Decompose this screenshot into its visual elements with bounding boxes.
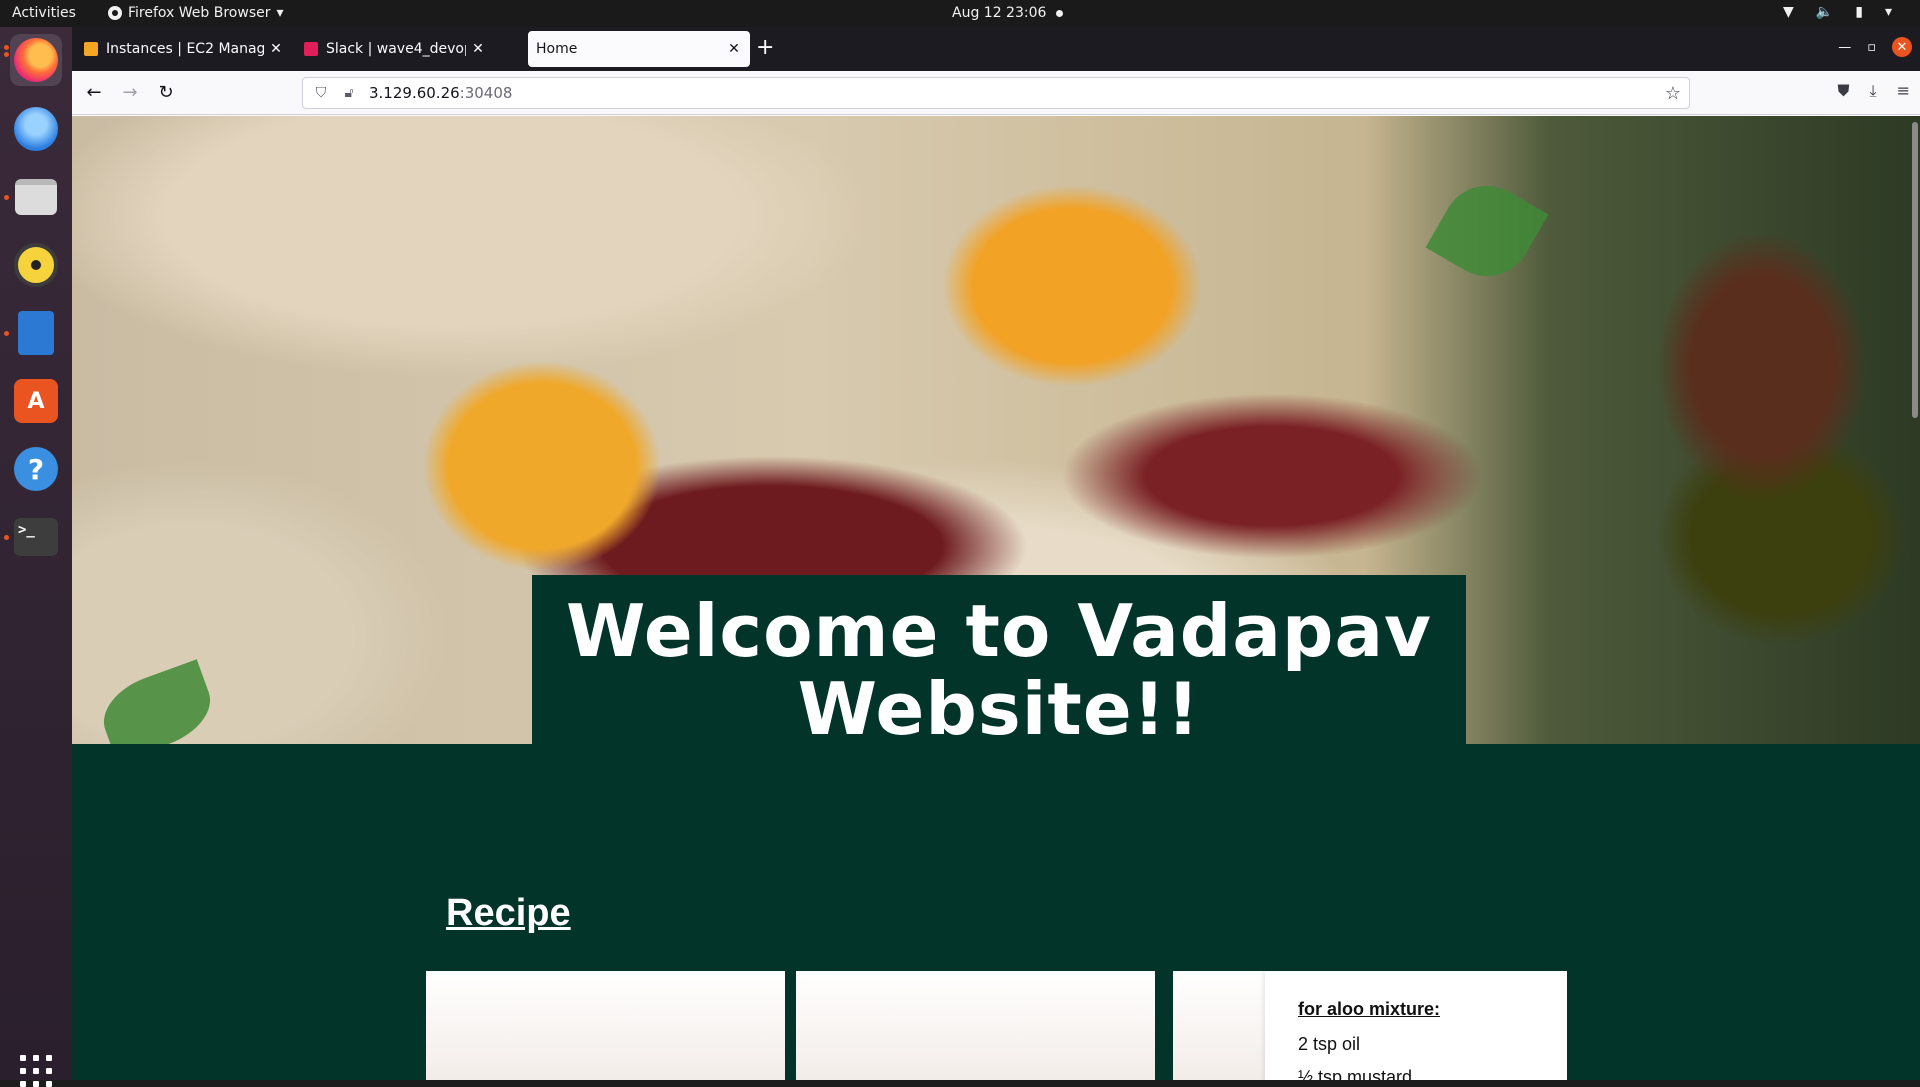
clock[interactable]: Aug 12 23:06 bbox=[952, 5, 1064, 21]
page-scrollbar[interactable] bbox=[1912, 122, 1918, 418]
running-indicator bbox=[4, 45, 9, 50]
navigation-toolbar: ← → ↻ ⛉ 🔓︎ 3.129.60.26:30408 ☆ ⛊ ⤓ ≡ bbox=[72, 71, 1920, 115]
url-port: :30408 bbox=[459, 84, 513, 102]
wifi-icon: ▼ bbox=[1783, 4, 1794, 20]
bookmark-star-icon[interactable]: ☆ bbox=[1665, 83, 1681, 104]
recipe-heading-link[interactable]: Recipe bbox=[446, 892, 571, 935]
thunderbird-icon bbox=[14, 107, 58, 151]
hero-leaf-decoration bbox=[1425, 169, 1549, 293]
files-icon bbox=[15, 179, 57, 215]
terminal-icon: >_ bbox=[14, 518, 58, 556]
close-tab-icon[interactable]: ✕ bbox=[268, 41, 284, 57]
dock-terminal[interactable]: >_ bbox=[10, 511, 62, 563]
tab-title: Home bbox=[536, 41, 578, 57]
close-tab-icon[interactable]: ✕ bbox=[470, 41, 486, 57]
dock-thunderbird[interactable] bbox=[10, 103, 62, 155]
show-applications-icon[interactable] bbox=[20, 1055, 52, 1087]
running-indicator bbox=[4, 52, 9, 57]
tracking-protection-shield-icon[interactable]: ⛉ bbox=[313, 85, 329, 101]
tab-bar: Instances | EC2 Managem ✕ Slack | wave4_… bbox=[72, 27, 1920, 71]
caret-down-icon: ▾ bbox=[276, 5, 284, 21]
firefox-window: Instances | EC2 Managem ✕ Slack | wave4_… bbox=[72, 27, 1920, 1080]
firefox-icon bbox=[14, 38, 58, 82]
app-menu-label: Firefox Web Browser bbox=[128, 5, 271, 21]
dock-writer[interactable] bbox=[10, 307, 62, 359]
hero-leaf-decoration bbox=[93, 659, 221, 744]
tab-slack[interactable]: Slack | wave4_devops | Gl ✕ bbox=[296, 31, 494, 67]
reload-button[interactable]: ↻ bbox=[154, 81, 178, 105]
downloads-icon[interactable]: ⤓ bbox=[1870, 81, 1877, 101]
running-indicator bbox=[4, 195, 9, 200]
tab-title: Slack | wave4_devops | Gl bbox=[326, 41, 466, 57]
page-title: Welcome to Vadapav Website!! bbox=[566, 589, 1432, 751]
activities-button[interactable]: Activities bbox=[12, 5, 76, 21]
dock: A ? >_ bbox=[0, 27, 72, 1087]
toolbar-right: ⛊ ⤓ ≡ bbox=[1838, 81, 1911, 101]
new-tab-button[interactable]: + bbox=[756, 35, 774, 60]
ingredients-panel: for aloo mixture: 2 tsp oil ½ tsp mustar… bbox=[1265, 971, 1567, 1080]
app-menu[interactable]: Firefox Web Browser ▾ bbox=[108, 5, 284, 21]
recipe-card-ingredients: for aloo mixture: 2 tsp oil ½ tsp mustar… bbox=[1173, 971, 1567, 1080]
rhythmbox-icon bbox=[14, 243, 58, 287]
insecure-lock-icon[interactable]: 🔓︎ bbox=[341, 85, 357, 101]
window-controls: — ▫ ✕ bbox=[1838, 37, 1912, 57]
system-tray[interactable]: ▼ 🔈 ▮ ▾ bbox=[1783, 4, 1892, 20]
libreoffice-writer-icon bbox=[18, 311, 54, 355]
dock-help[interactable]: ? bbox=[10, 443, 62, 495]
back-button[interactable]: ← bbox=[82, 81, 106, 105]
system-menu-caret-icon: ▾ bbox=[1884, 4, 1892, 20]
close-tab-icon[interactable]: ✕ bbox=[726, 41, 742, 57]
system-top-bar: Activities Firefox Web Browser ▾ Aug 12 … bbox=[0, 0, 1920, 27]
recipe-card bbox=[426, 971, 785, 1080]
tab-home[interactable]: Home ✕ bbox=[528, 31, 750, 67]
running-indicator bbox=[4, 535, 9, 540]
aws-favicon-icon bbox=[84, 42, 98, 56]
url-host: 3.129.60.26 bbox=[369, 84, 460, 102]
page-viewport: Welcome to Vadapav Website!! Recipe for … bbox=[72, 116, 1920, 1080]
restore-icon[interactable]: ▫ bbox=[1867, 40, 1876, 55]
close-window-icon[interactable]: ✕ bbox=[1892, 37, 1912, 57]
volume-icon: 🔈 bbox=[1815, 4, 1834, 20]
url-bar[interactable]: ⛉ 🔓︎ 3.129.60.26:30408 ☆ bbox=[302, 77, 1690, 109]
dock-rhythmbox[interactable] bbox=[10, 239, 62, 291]
ubuntu-software-icon: A bbox=[14, 379, 58, 423]
recipe-card bbox=[796, 971, 1155, 1080]
slack-favicon-icon bbox=[304, 42, 318, 56]
minimize-icon[interactable]: — bbox=[1838, 40, 1851, 55]
notification-dot-icon bbox=[1056, 9, 1064, 17]
ingredient-item: 2 tsp oil bbox=[1298, 1034, 1361, 1054]
dock-firefox[interactable] bbox=[10, 34, 62, 86]
pocket-icon[interactable]: ⛊ bbox=[1838, 81, 1850, 101]
tab-title: Instances | EC2 Managem bbox=[106, 41, 264, 57]
running-indicator bbox=[4, 331, 9, 336]
firefox-small-icon bbox=[108, 6, 122, 20]
menu-hamburger-icon[interactable]: ≡ bbox=[1897, 81, 1910, 101]
ingredients-heading: for aloo mixture: bbox=[1298, 999, 1441, 1019]
help-icon: ? bbox=[14, 447, 58, 491]
ingredient-item: ½ tsp mustard bbox=[1298, 1067, 1413, 1080]
battery-icon: ▮ bbox=[1855, 4, 1863, 20]
clock-label: Aug 12 23:06 bbox=[952, 5, 1047, 21]
title-box: Welcome to Vadapav Website!! bbox=[532, 575, 1466, 765]
dock-software[interactable]: A bbox=[10, 375, 62, 427]
tab-ec2[interactable]: Instances | EC2 Managem ✕ bbox=[76, 31, 292, 67]
forward-button[interactable]: → bbox=[118, 81, 142, 105]
dock-files[interactable] bbox=[10, 171, 62, 223]
